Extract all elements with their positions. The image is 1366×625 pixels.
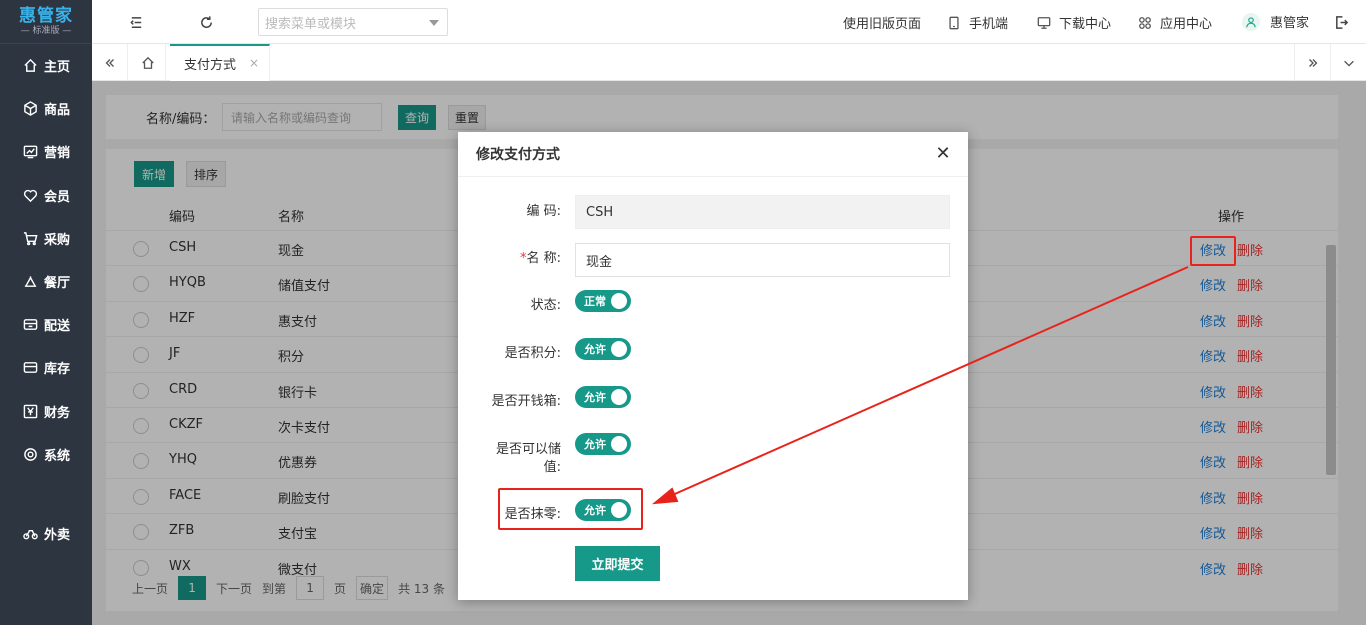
cashbox-label: 是否开钱箱: xyxy=(491,394,561,409)
sidebar-item-label: 系统 xyxy=(44,448,71,464)
menu-search-select[interactable]: 搜索菜单或模块 xyxy=(258,8,448,36)
status-toggle-text: 正常 xyxy=(584,295,606,308)
old-version-label: 使用旧版页面 xyxy=(843,17,922,32)
sidebar-item-label: 会员 xyxy=(44,189,71,205)
heart-icon xyxy=(22,187,38,203)
stored-value-toggle[interactable]: 允许 xyxy=(575,433,631,455)
code-field: CSH xyxy=(575,195,950,229)
settings-icon xyxy=(22,446,38,462)
points-label: 是否积分: xyxy=(504,346,561,361)
cashbox-toggle-text: 允许 xyxy=(584,391,606,404)
close-tab-icon[interactable]: × xyxy=(249,56,259,70)
toggle-knob xyxy=(611,341,627,357)
bell-icon xyxy=(22,273,38,289)
truck-icon xyxy=(22,316,38,332)
sidebar-item-delivery[interactable]: 配送 xyxy=(0,309,92,339)
toggle-knob xyxy=(611,389,627,405)
sidebar-item-finance[interactable]: 财务 xyxy=(0,396,92,426)
logout-icon[interactable] xyxy=(1332,13,1350,31)
user-menu[interactable]: 惠管家 xyxy=(1242,12,1309,31)
sidebar-item-takeout[interactable]: 外卖 xyxy=(0,518,92,548)
status-toggle[interactable]: 正常 xyxy=(575,290,631,312)
home-icon xyxy=(22,57,38,73)
download-center-link[interactable]: 下载中心 xyxy=(1037,13,1111,32)
sidebar-item-restaurant[interactable]: 餐厅 xyxy=(0,266,92,296)
close-icon[interactable]: ✕ xyxy=(934,143,952,164)
yen-icon xyxy=(22,403,38,419)
sidebar-item-purchase[interactable]: 采购 xyxy=(0,223,92,253)
app-center-label: 应用中心 xyxy=(1160,17,1213,32)
sidebar-item-marketing[interactable]: 营销 xyxy=(0,136,92,166)
tabs-bar: 支付方式 × xyxy=(92,44,1366,81)
home-tab-icon[interactable] xyxy=(130,44,166,81)
brand-logo[interactable]: 惠管家 — 标准版 — xyxy=(0,0,92,44)
menu-search-placeholder: 搜索菜单或模块 xyxy=(265,16,357,32)
dialog-header: 修改支付方式 ✕ xyxy=(458,132,968,177)
submit-button[interactable]: 立即提交 xyxy=(575,546,660,581)
stored-value-label: 是否可以储值: xyxy=(495,442,561,475)
tabs-scroll-left-icon[interactable] xyxy=(92,44,128,81)
sidebar-item-home[interactable]: 主页 xyxy=(0,50,92,80)
dialog-title: 修改支付方式 xyxy=(476,147,560,163)
user-icon xyxy=(1246,16,1256,27)
chart-icon xyxy=(22,143,38,159)
box-icon xyxy=(22,100,38,116)
sidebar-item-label: 商品 xyxy=(44,102,71,118)
sidebar-item-inventory[interactable]: 库存 xyxy=(0,352,92,382)
tabs-scroll-right-icon[interactable] xyxy=(1294,44,1330,81)
stored-value-toggle-text: 允许 xyxy=(584,438,606,451)
inventory-icon xyxy=(22,359,38,375)
name-field-label: *名 称: xyxy=(520,250,561,268)
brand-edition: — 标准版 — xyxy=(20,25,72,36)
sidebar-item-label: 外卖 xyxy=(44,527,71,543)
sidebar-item-label: 配送 xyxy=(44,318,71,334)
mobile-link[interactable]: 手机端 xyxy=(947,13,1008,32)
monitor-icon xyxy=(1037,16,1051,29)
toggle-knob xyxy=(611,293,627,309)
edit-link-highlight xyxy=(1190,236,1236,266)
sidebar-item-label: 餐厅 xyxy=(44,275,71,291)
toggle-knob xyxy=(611,436,627,452)
brand-name: 惠管家 xyxy=(19,5,73,26)
points-toggle[interactable]: 允许 xyxy=(575,338,631,360)
name-field-value: 现金 xyxy=(586,254,613,270)
bike-icon xyxy=(22,525,38,541)
old-version-link[interactable]: 使用旧版页面 xyxy=(843,13,921,32)
sidebar-item-label: 财务 xyxy=(44,405,71,421)
sidebar-item-system[interactable]: 系统 xyxy=(0,439,92,469)
chevron-down-icon xyxy=(429,20,439,26)
user-name: 惠管家 xyxy=(1270,16,1310,31)
sidebar-item-label: 库存 xyxy=(44,361,71,377)
code-field-value: CSH xyxy=(586,204,614,220)
points-toggle-text: 允许 xyxy=(584,343,606,356)
sidebar: 惠管家 — 标准版 — 主页 商品 营销 会员 采购 餐厅 配送 库存 财务 系… xyxy=(0,0,92,625)
top-bar: 搜索菜单或模块 使用旧版页面 手机端 下载中心 应用中心 惠管家 xyxy=(92,0,1366,44)
cashbox-toggle[interactable]: 允许 xyxy=(575,386,631,408)
sidebar-item-products[interactable]: 商品 xyxy=(0,93,92,123)
tabs-menu-chevron-down-icon[interactable] xyxy=(1330,44,1366,81)
sidebar-item-label: 营销 xyxy=(44,145,71,161)
mobile-icon xyxy=(949,16,959,29)
name-field-label-text: 名 称: xyxy=(526,251,561,266)
refresh-icon[interactable] xyxy=(197,13,215,31)
avatar xyxy=(1242,12,1260,31)
app-center-link[interactable]: 应用中心 xyxy=(1138,13,1212,32)
tab-label: 支付方式 xyxy=(184,58,237,73)
apps-grid-icon xyxy=(1139,16,1151,29)
sidebar-item-members[interactable]: 会员 xyxy=(0,180,92,210)
cart-icon xyxy=(22,230,38,246)
sidebar-item-label: 采购 xyxy=(44,232,71,248)
rounding-field-highlight xyxy=(498,488,643,530)
mobile-label: 手机端 xyxy=(969,17,1009,32)
code-field-label: 编 码: xyxy=(526,204,561,219)
sidebar-item-label: 主页 xyxy=(44,59,71,75)
download-center-label: 下载中心 xyxy=(1059,17,1112,32)
status-label: 状态: xyxy=(530,298,561,313)
tab-payment-methods[interactable]: 支付方式 × xyxy=(170,44,270,81)
collapse-menu-icon[interactable] xyxy=(127,13,145,31)
name-field[interactable]: 现金 xyxy=(575,243,950,277)
